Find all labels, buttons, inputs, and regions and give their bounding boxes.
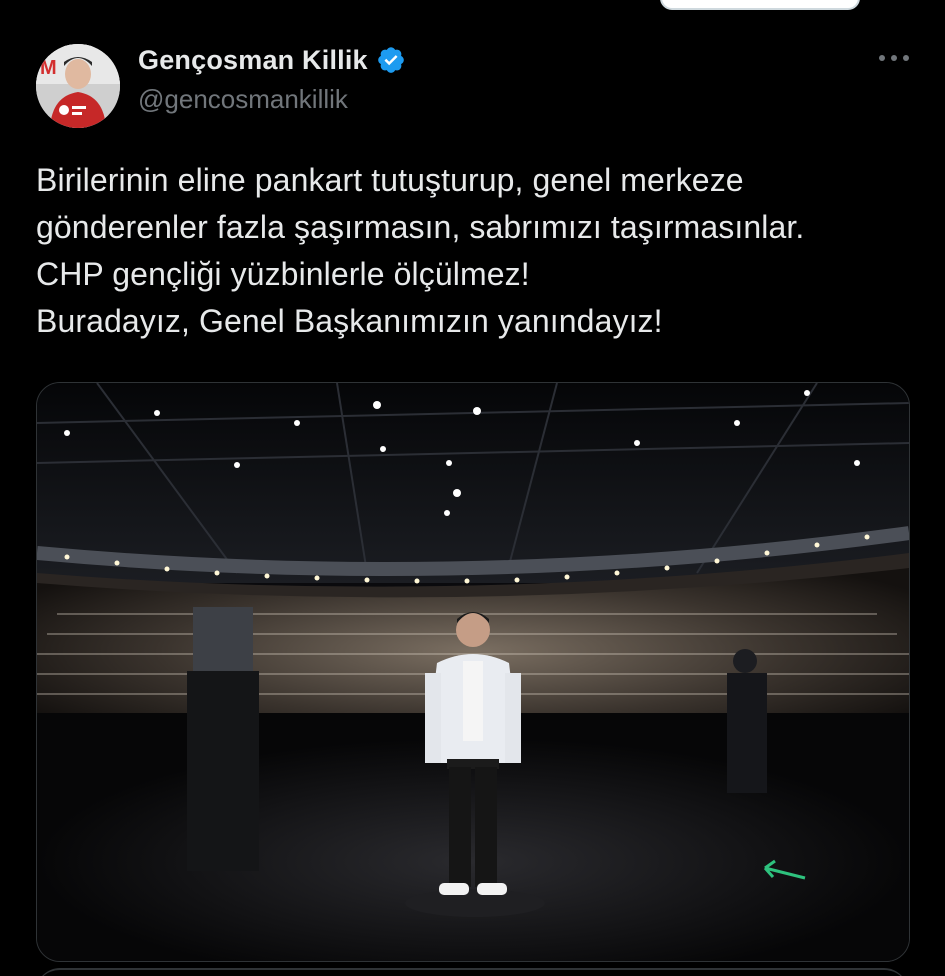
svg-text:M: M (40, 57, 57, 79)
author-name-row: Gençosman Killik (138, 38, 406, 82)
verified-badge-icon[interactable] (376, 45, 406, 75)
tweet-text: Birilerinin eline pankart tutuşturup, ge… (36, 157, 916, 345)
tweet-header: M Gençosman Killik @gencosmankillik (36, 38, 916, 128)
tweet-text-line: gönderenler fazla şaşırmasın, sabrımızı … (36, 209, 805, 245)
tweet-text-line: Birilerinin eline pankart tutuşturup, ge… (36, 162, 744, 198)
author-display-name[interactable]: Gençosman Killik (138, 45, 368, 76)
next-tweet-card-edge (36, 968, 908, 976)
more-icon[interactable] (876, 46, 912, 70)
avatar-photo: M (36, 44, 120, 128)
tweet-text-line: Buradayız, Genel Başkanımızın yanındayız… (36, 303, 663, 339)
tweet-photo[interactable] (36, 382, 910, 962)
author-block[interactable]: Gençosman Killik @gencosmankillik (138, 38, 406, 115)
follow-button-partial[interactable] (660, 0, 860, 10)
author-handle[interactable]: @gencosmankillik (138, 84, 406, 115)
tweet-text-line: CHP gençliği yüzbinlerle ölçülmez! (36, 256, 530, 292)
arena-stage-photo (37, 383, 909, 961)
avatar[interactable]: M (36, 44, 120, 128)
